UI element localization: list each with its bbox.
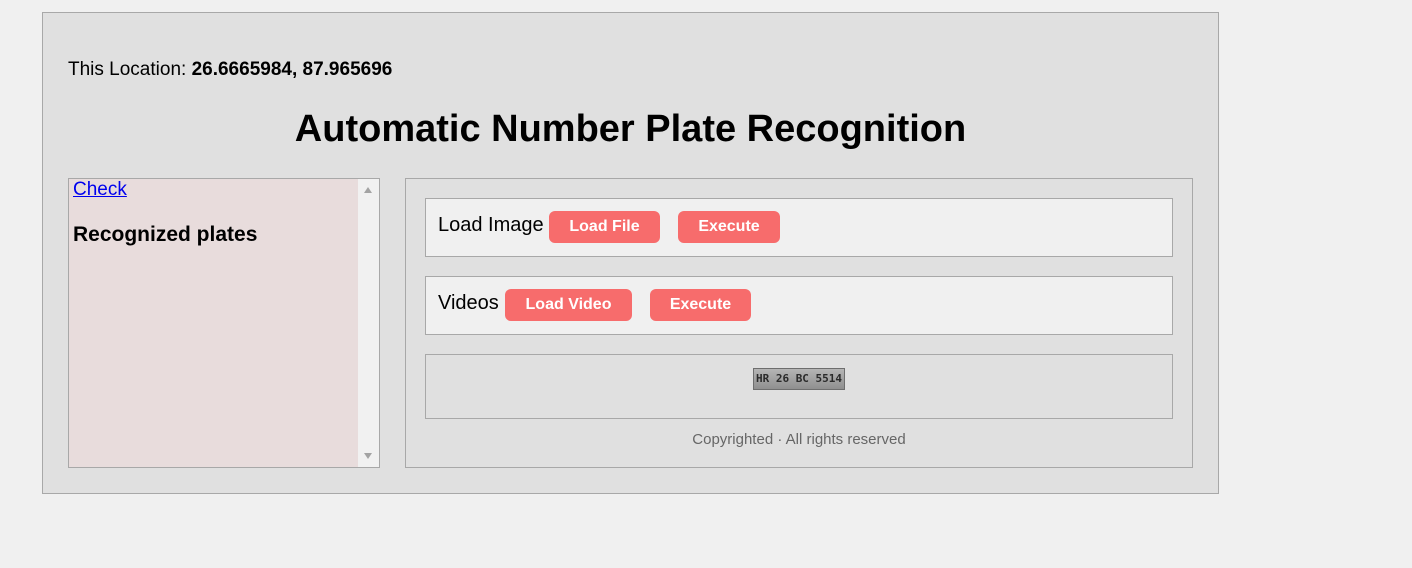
page-title: Automatic Number Plate Recognition xyxy=(294,108,967,150)
load-file-button[interactable]: Load File xyxy=(549,211,660,243)
execute-image-button[interactable]: Execute xyxy=(678,211,780,243)
number-plate-image: HR 26 BC 5514 xyxy=(753,368,845,390)
controls-panel: Load Image Load File Execute Videos Load… xyxy=(405,178,1193,468)
footer-copyright: Copyrighted · All rights reserved xyxy=(692,431,906,448)
scroll-down-arrow-icon[interactable] xyxy=(364,453,372,459)
vertical-scrollbar[interactable] xyxy=(358,179,379,467)
scroll-up-arrow-icon[interactable] xyxy=(364,187,372,193)
location-label: This Location: xyxy=(68,59,187,80)
recognized-plates-heading: Recognized plates xyxy=(73,223,258,246)
execute-video-button[interactable]: Execute xyxy=(650,289,751,321)
recognized-plates-panel[interactable]: Check Recognized plates xyxy=(68,178,380,468)
load-image-row: Load Image Load File Execute xyxy=(425,198,1173,257)
check-link[interactable]: Check xyxy=(73,179,127,201)
videos-label: Videos xyxy=(438,292,499,314)
videos-row: Videos Load Video Execute xyxy=(425,276,1173,335)
recognized-plates-content: Check Recognized plates xyxy=(73,179,353,247)
result-area: HR 26 BC 5514 xyxy=(425,354,1173,419)
load-image-label: Load Image xyxy=(438,214,544,236)
main-container: This Location: 26.6665984, 87.965696 Aut… xyxy=(42,12,1219,494)
load-video-button[interactable]: Load Video xyxy=(505,289,632,321)
location-coordinates: 26.6665984, 87.965696 xyxy=(191,59,393,80)
location-info: This Location: 26.6665984, 87.965696 xyxy=(68,59,392,81)
